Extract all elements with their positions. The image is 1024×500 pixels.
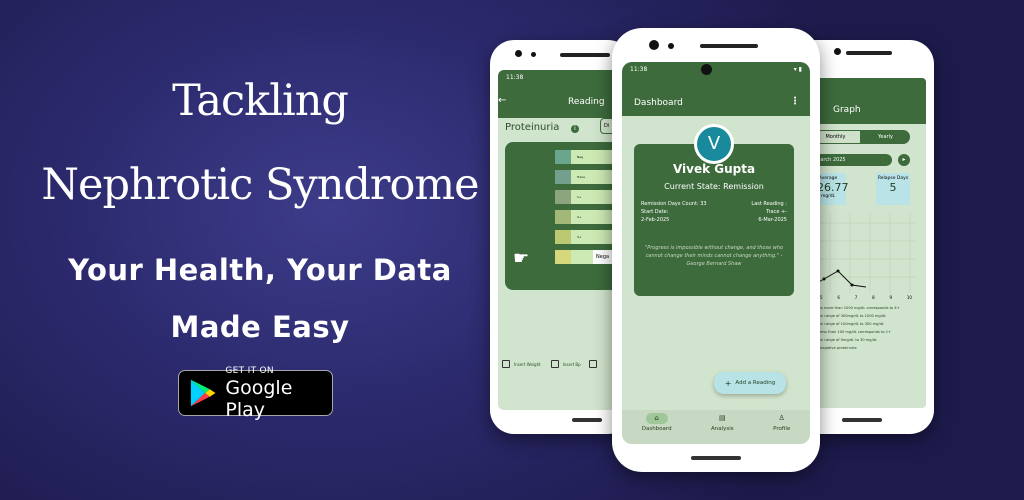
x-tick: 10 <box>906 295 912 300</box>
nav-analysis[interactable]: ▤ Analysis <box>711 413 734 444</box>
speaker <box>700 44 758 48</box>
section-title: Proteinuria <box>505 122 560 133</box>
nav-profile-label: Profile <box>773 426 791 432</box>
bp-checkbox-label: Insert Bp <box>562 361 581 367</box>
tab-yearly[interactable]: Yearly <box>861 130 910 144</box>
bottom-nav: ⌂ Dashboard ▤ Analysis ♙ Profile <box>622 410 810 444</box>
last-reading-label: Last Reading : <box>751 201 787 207</box>
tagline-line-2: Made Easy <box>170 310 350 344</box>
status-bar: 11:38 <box>498 70 624 84</box>
speaker <box>560 53 610 57</box>
pointing-hand-icon: ☛ <box>513 248 530 269</box>
dashboard-title: Dashboard <box>634 98 683 108</box>
store-big-text: Google Play <box>225 376 293 421</box>
proteinuria-graph <box>810 213 916 293</box>
nav-dashboard-label: Dashboard <box>641 426 672 432</box>
legend-item: in range of 100mg/dL to 300 mg/dL <box>820 322 884 326</box>
x-ticks: 5 6 7 8 9 10 <box>820 295 912 300</box>
camera-icon <box>834 48 841 55</box>
add-reading-button[interactable]: + Add a Reading <box>714 372 786 394</box>
front-camera <box>701 64 712 75</box>
avatar[interactable]: V <box>694 124 734 164</box>
remission-info: Remission Days Count: 33 Start Date: 2-F… <box>641 200 707 224</box>
bottom-speaker <box>691 456 741 460</box>
x-tick: 6 <box>837 295 840 300</box>
x-tick: 7 <box>854 295 858 300</box>
remission-count: Remission Days Count: 33 <box>641 201 707 207</box>
legend-item: is more than 1000 mg/dL corresponds to 4… <box>820 306 900 310</box>
bottom-speaker <box>842 418 882 422</box>
next-month-icon[interactable]: ▸ <box>898 154 910 166</box>
home-icon: ⌂ <box>645 413 668 424</box>
last-reading-info: Last Reading : Trace +- 6-Mar-2025 <box>751 200 787 224</box>
center-phone: 11:38 ▾ ▮ Dashboard ⋮ Vivek Gupta Curren… <box>612 28 820 472</box>
store-small-text: GET IT ON <box>225 365 274 376</box>
left-phone: 11:38 ← Reading Proteinuria i Di Neg Tra… <box>490 40 632 434</box>
relapse-card: Relapse Days 5 <box>876 173 910 205</box>
camera-icon <box>515 50 522 57</box>
speaker <box>846 51 892 55</box>
month-selector[interactable]: March 2025 <box>810 154 892 166</box>
graph-title: Graph <box>833 105 861 115</box>
headline-line-1: Tackling <box>172 76 349 126</box>
last-reading-result: Trace +- <box>766 209 787 215</box>
status-time: 11:38 <box>506 74 524 81</box>
dashboard-screen: 11:38 ▾ ▮ Dashboard ⋮ Vivek Gupta Curren… <box>622 62 810 444</box>
nav-analysis-label: Analysis <box>711 426 734 432</box>
graph-point <box>836 269 840 273</box>
weight-checkbox-label: Insert Weight <box>514 361 541 367</box>
last-reading-date: 6-Mar-2025 <box>758 217 787 223</box>
reading-screen: 11:38 ← Reading Proteinuria i Di Neg Tra… <box>498 70 624 410</box>
relapse-value: 5 <box>889 181 897 194</box>
start-date-label: Start Date: <box>641 209 669 215</box>
nav-dashboard[interactable]: ⌂ Dashboard <box>642 413 672 444</box>
sensor <box>531 52 536 57</box>
strip-panel: Neg Trace 1+ 2+ 3+ Nega ☛ <box>505 142 624 290</box>
x-tick: 9 <box>889 295 893 300</box>
reading-title: Reading <box>568 97 605 107</box>
graph-point <box>850 283 854 287</box>
status-time: 11:38 <box>630 66 648 73</box>
extra-checkbox[interactable] <box>588 360 597 368</box>
profile-card: Vivek Gupta Current State: Remission Rem… <box>634 144 794 296</box>
tagline-line-1: Your Health, Your Data <box>68 253 452 287</box>
user-name: Vivek Gupta <box>672 162 756 176</box>
person-icon: ♙ <box>778 414 785 422</box>
x-tick: 5 <box>820 295 823 300</box>
back-arrow-icon[interactable]: ← <box>498 95 506 106</box>
camera-icon <box>649 40 659 50</box>
overflow-menu-icon[interactable]: ⋮ <box>790 96 800 107</box>
sensor <box>668 43 674 49</box>
checkbox-row: Insert Weight Insert Bp <box>502 360 597 368</box>
start-date-value: 2-Feb-2025 <box>641 217 670 223</box>
info-icon[interactable]: i <box>571 125 579 133</box>
graph-point <box>822 277 826 281</box>
legend-item: negative proteinuria <box>820 346 857 350</box>
legend-item: in range of 0mg/dL to 30 mg/dL <box>820 338 878 342</box>
status-bar: 11:38 ▾ ▮ <box>622 62 810 76</box>
headline-line-2: Nephrotic Syndrome <box>41 160 479 210</box>
google-play-badge[interactable]: GET IT ON Google Play <box>178 366 333 421</box>
nav-profile[interactable]: ♙ Profile <box>773 413 790 444</box>
add-reading-label: Add a Reading <box>735 380 776 386</box>
legend-item: less than 100 mg/dL corresponds to 1+ <box>820 330 891 334</box>
graph-legend: is more than 1000 mg/dL corresponds to 4… <box>820 304 924 352</box>
chart-icon: ▤ <box>719 414 726 422</box>
current-state: Current State: Remission <box>664 182 764 191</box>
play-store-icon <box>190 379 216 407</box>
plus-icon: + <box>724 378 732 388</box>
x-tick: 8 <box>872 295 875 300</box>
quote: "Progress is impossible without change, … <box>644 245 784 267</box>
legend-item: in range of 300mg/dL to 1000 mg/dL <box>820 314 887 318</box>
status-icons: ▾ ▮ <box>793 66 802 73</box>
bp-checkbox[interactable] <box>550 360 559 368</box>
bottom-speaker <box>572 418 602 422</box>
weight-checkbox[interactable] <box>502 360 510 368</box>
